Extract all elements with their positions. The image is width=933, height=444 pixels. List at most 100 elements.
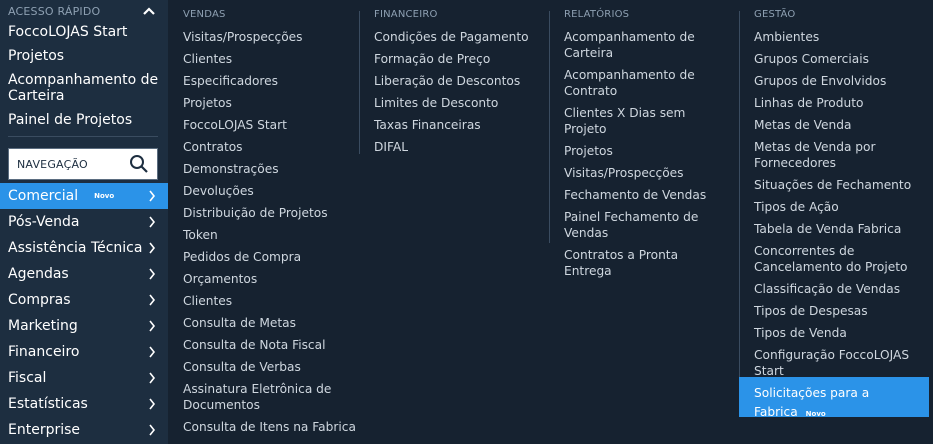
menu-item[interactable]: Painel Fechamento de Vendas xyxy=(564,206,729,244)
nav-item-agendas[interactable]: Agendas xyxy=(0,261,168,287)
nav-item-financeiro[interactable]: Financeiro xyxy=(0,339,168,365)
chevron-right-icon xyxy=(149,372,156,384)
nav-item-estatisticas[interactable]: Estatísticas xyxy=(0,391,168,417)
menu-item[interactable]: Tipos de Ação xyxy=(754,196,916,218)
menu-item[interactable]: Metas de Venda por Fornecedores xyxy=(754,136,916,174)
chevron-right-icon xyxy=(149,346,156,358)
menu-item[interactable]: Demonstrações xyxy=(183,158,361,180)
menu-item[interactable]: Token xyxy=(183,224,361,246)
nav-item-assistencia-tecnica[interactable]: Assistência Técnica xyxy=(0,235,168,261)
menu-item[interactable]: Formação de Preço xyxy=(374,48,549,70)
chevron-right-icon xyxy=(149,190,156,202)
column-items: Acompanhamento de Carteira Acompanhamento… xyxy=(564,26,729,282)
menu-item[interactable]: Liberação de Descontos xyxy=(374,70,549,92)
quick-access-item[interactable]: Projetos xyxy=(0,48,168,64)
menu-item[interactable]: Limites de Desconto xyxy=(374,92,549,114)
chevron-right-icon xyxy=(149,268,156,280)
menu-item[interactable]: Distribuição de Projetos xyxy=(183,202,361,224)
column-title: VENDAS xyxy=(183,9,226,20)
column-title: FINANCEIRO xyxy=(374,9,438,20)
chevron-right-icon xyxy=(149,398,156,410)
menu-item-highlighted[interactable]: Solicitações para a Fabrica Novo xyxy=(739,377,929,419)
sidebar-divider xyxy=(8,136,158,137)
menu-item[interactable]: Tabela de Venda Fabrica xyxy=(754,218,916,240)
nav-item-label: Financeiro xyxy=(8,344,80,360)
navigation-search-label: NAVEGAÇÃO xyxy=(17,157,88,171)
app-root: ACESSO RÁPIDO FoccoLOJAS Start Projetos … xyxy=(0,0,933,444)
menu-item[interactable]: Fechamento de Vendas xyxy=(564,184,729,206)
column-separator xyxy=(359,11,360,154)
nav-item-label: Fiscal xyxy=(8,370,47,386)
menu-item[interactable]: DIFAL xyxy=(374,136,549,158)
nav-item-label: Marketing xyxy=(8,318,78,334)
menu-item[interactable]: Grupos Comerciais xyxy=(754,48,916,70)
quick-access-list: FoccoLOJAS Start Projetos Acompanhamento… xyxy=(0,22,168,128)
nav-item-comercial[interactable]: Comercial Novo xyxy=(0,183,168,209)
menu-item[interactable]: Consulta de Nota Fiscal xyxy=(183,334,361,356)
column-items: Ambientes Grupos Comerciais Grupos de Envo… xyxy=(754,26,916,382)
menu-item[interactable]: Contratos xyxy=(183,136,361,158)
nav-item-fiscal[interactable]: Fiscal xyxy=(0,365,168,391)
menu-item[interactable]: Acompanhamento de Contrato xyxy=(564,64,729,102)
quick-access-header[interactable]: ACESSO RÁPIDO xyxy=(0,0,168,22)
menu-item[interactable]: Situações de Fechamento xyxy=(754,174,916,196)
menu-item[interactable]: Tipos de Despesas xyxy=(754,300,916,322)
quick-access-item[interactable]: Painel de Projetos xyxy=(0,112,168,128)
quick-access-title: ACESSO RÁPIDO xyxy=(8,4,101,18)
menu-item[interactable]: Visitas/Prospecções xyxy=(564,162,729,184)
menu-item[interactable]: Grupos de Envolvidos xyxy=(754,70,916,92)
quick-access-item[interactable]: FoccoLOJAS Start xyxy=(0,24,168,40)
nav-item-label: Enterprise xyxy=(8,422,81,438)
menu-item[interactable]: Consulta de Metas xyxy=(183,312,361,334)
menu-item[interactable]: Devoluções xyxy=(183,180,361,202)
chevron-up-icon[interactable] xyxy=(142,4,156,18)
menu-item[interactable]: Concorrentes de Cancelamento do Projeto xyxy=(754,240,916,278)
nav-item-label: Pós-Venda xyxy=(8,214,80,230)
nav-item-left: Assistência Técnica xyxy=(8,240,142,256)
sidebar: ACESSO RÁPIDO FoccoLOJAS Start Projetos … xyxy=(0,0,168,444)
nav-item-marketing[interactable]: Marketing xyxy=(0,313,168,339)
nav-list: Comercial Novo Pós-Venda Assistência Técnic… xyxy=(0,183,168,443)
menu-item[interactable]: Assinatura Eletrônica de Documentos xyxy=(183,378,361,416)
menu-item[interactable]: Projetos xyxy=(183,92,361,114)
menu-item[interactable]: Pedidos de Compra xyxy=(183,246,361,268)
nav-item-left: Marketing xyxy=(8,318,78,334)
nav-item-enterprise[interactable]: Enterprise xyxy=(0,417,168,443)
menu-item[interactable]: Tipos de Venda xyxy=(754,322,916,344)
nav-item-left: Pós-Venda xyxy=(8,214,79,230)
menu-item[interactable]: Clientes X Dias sem Projeto xyxy=(564,102,729,140)
menu-item[interactable]: Acompanhamento de Carteira xyxy=(564,26,729,64)
menu-item[interactable]: Contratos a Pronta Entrega xyxy=(564,244,729,282)
nav-item-label: Estatísticas xyxy=(8,396,88,412)
nav-item-left: Agendas xyxy=(8,266,69,282)
chevron-right-icon xyxy=(149,216,156,228)
menu-item[interactable]: FoccoLOJAS Start xyxy=(183,114,361,136)
menu-item[interactable]: Clientes xyxy=(183,48,361,70)
column-separator xyxy=(549,11,550,243)
menu-item[interactable]: Especificadores xyxy=(183,70,361,92)
menu-item[interactable]: Linhas de Produto xyxy=(754,92,916,114)
menu-item[interactable]: Projetos xyxy=(564,140,729,162)
nav-item-label: Compras xyxy=(8,292,71,308)
menu-item[interactable]: Clientes xyxy=(183,290,361,312)
nav-item-pos-venda[interactable]: Pós-Venda xyxy=(0,209,168,235)
menu-item[interactable]: Classificação de Vendas xyxy=(754,278,916,300)
search-icon[interactable] xyxy=(129,154,149,174)
column-separator xyxy=(739,11,740,416)
menu-item[interactable]: Consulta de Itens na Fabrica xyxy=(183,416,361,438)
nav-item-compras[interactable]: Compras xyxy=(0,287,168,313)
menu-item[interactable]: Metas de Venda xyxy=(754,114,916,136)
menu-item[interactable]: Orçamentos xyxy=(183,268,361,290)
new-badge: Novo xyxy=(94,192,115,200)
menu-item[interactable]: Ambientes xyxy=(754,26,916,48)
quick-access-item[interactable]: Acompanhamento de Carteira xyxy=(0,72,168,104)
menu-item[interactable]: Condições de Pagamento xyxy=(374,26,549,48)
nav-item-left: Fiscal xyxy=(8,370,46,386)
navigation-search[interactable]: NAVEGAÇÃO xyxy=(8,148,158,180)
nav-item-label: Assistência Técnica xyxy=(8,240,143,256)
menu-item[interactable]: Taxas Financeiras xyxy=(374,114,549,136)
menu-item[interactable]: Consulta de Verbas xyxy=(183,356,361,378)
chevron-right-icon xyxy=(149,424,156,436)
menu-item[interactable]: Visitas/Prospecções xyxy=(183,26,361,48)
nav-item-left: Comercial Novo xyxy=(8,188,114,204)
